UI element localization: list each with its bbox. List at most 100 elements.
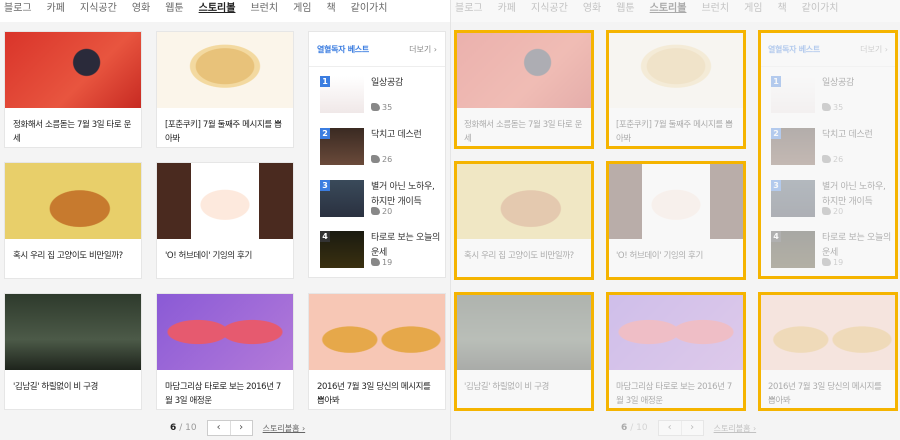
story-thumbnail[interactable] (760, 294, 896, 370)
story-title[interactable]: '김남길' 하릴없이 비 구경 (456, 370, 592, 394)
item-name[interactable]: 일상공감 (371, 76, 441, 91)
nav-item[interactable]: 블로그 (455, 0, 483, 22)
total-pages: / 10 (630, 423, 648, 433)
story-card[interactable]: 2016년 7월 3일 당신의 메시지를 뽑아봐 (759, 293, 897, 410)
nav-item[interactable]: 스토리볼 (199, 0, 236, 22)
story-title[interactable]: 정화해서 소름돋는 7월 3일 타로 운세 (5, 108, 141, 146)
nav-item[interactable]: 책 (326, 0, 335, 22)
story-card[interactable]: [포춘쿠키] 7월 둘째주 메시지를 뽑아봐 (156, 31, 294, 148)
nav-item[interactable]: 같이가치 (351, 0, 388, 22)
nav-item[interactable]: 스토리볼 (650, 0, 687, 22)
story-title[interactable]: 혹시 우리 집 고양이도 비만일까? (456, 239, 592, 263)
item-name[interactable]: 타로로 보는 오늘의 운세 (822, 231, 892, 261)
category-nav: 블로그 카페 지식공간 영화 웹툰 스토리볼 브런치 게임 책 같이가치 (451, 0, 900, 22)
story-title[interactable]: [포춘쿠키] 7월 둘째주 메시지를 뽑아봐 (608, 108, 744, 146)
reader-count: 35 (371, 103, 392, 112)
story-title[interactable]: 혹시 우리 집 고양이도 비만일까? (5, 239, 141, 263)
rank-badge: 1 (320, 76, 330, 87)
next-button[interactable]: › (680, 421, 703, 435)
story-title[interactable]: 2016년 7월 3일 당신의 메시지를 뽑아봐 (309, 370, 445, 408)
story-title[interactable]: 'O! 허브데이' 기잉의 후기 (608, 239, 744, 263)
story-thumbnail[interactable] (456, 163, 592, 239)
reader-icon (371, 155, 380, 163)
story-card[interactable]: 2016년 7월 3일 당신의 메시지를 뽑아봐 (308, 293, 446, 410)
nav-item[interactable]: 게임 (293, 0, 311, 22)
story-card[interactable]: 혹시 우리 집 고양이도 비만일까? (4, 162, 142, 279)
item-name[interactable]: 일상공감 (822, 76, 892, 91)
nav-item[interactable]: 지식공간 (531, 0, 568, 22)
nav-item[interactable]: 영화 (583, 0, 601, 22)
item-name[interactable]: 별거 아닌 노하우, 하지만 개이득 (371, 180, 441, 210)
story-title[interactable]: 2016년 7월 3일 당신의 메시지를 뽑아봐 (760, 370, 896, 408)
more-link[interactable]: 더보기 › (409, 44, 437, 55)
count-value: 19 (833, 258, 844, 267)
nav-item[interactable]: 책 (777, 0, 786, 22)
count-value: 20 (382, 207, 393, 216)
widget-title: 열혈독자 베스트 (768, 44, 820, 54)
story-thumbnail[interactable] (157, 32, 293, 108)
item-name[interactable]: 별거 아닌 노하우, 하지만 개이득 (822, 180, 892, 210)
storyball-home-link[interactable]: 스토리볼홈 › (714, 423, 757, 434)
best-list-item[interactable]: 4 타로로 보는 오늘의 운세 19 (320, 231, 440, 271)
best-list-item[interactable]: 1 일상공감 35 (771, 76, 891, 116)
story-thumbnail[interactable] (5, 294, 141, 370)
nav-item[interactable]: 지식공간 (80, 0, 117, 22)
story-thumbnail[interactable] (608, 32, 744, 108)
story-title[interactable]: 마담그리삼 타로로 보는 2016년 7월 3일 애정운 (608, 370, 744, 408)
best-list-item[interactable]: 2 닥치고 데스런 26 (771, 128, 891, 168)
story-card[interactable]: 혹시 우리 집 고양이도 비만일까? (455, 162, 593, 279)
prev-button[interactable]: ‹ (659, 421, 681, 435)
story-card[interactable]: 정화해서 소름돋는 7월 3일 타로 운세 (4, 31, 142, 148)
story-title[interactable]: 정화해서 소름돋는 7월 3일 타로 운세 (456, 108, 592, 146)
story-card[interactable]: '김남길' 하릴없이 비 구경 (4, 293, 142, 410)
nav-item[interactable]: 웹툰 (616, 0, 634, 22)
nav-item[interactable]: 게임 (744, 0, 762, 22)
story-card[interactable]: '김남길' 하릴없이 비 구경 (455, 293, 593, 410)
next-button[interactable]: › (229, 421, 252, 435)
story-thumbnail[interactable] (5, 163, 141, 239)
story-thumbnail[interactable] (5, 32, 141, 108)
count-value: 26 (833, 155, 844, 164)
reader-count: 20 (371, 207, 392, 216)
nav-item[interactable]: 카페 (47, 0, 65, 22)
item-name[interactable]: 닥치고 데스런 (822, 128, 892, 143)
best-list-item[interactable]: 3 별거 아닌 노하우, 하지만 개이득 20 (771, 180, 891, 220)
story-card[interactable]: 정화해서 소름돋는 7월 3일 타로 운세 (455, 31, 593, 148)
nav-item[interactable]: 브런치 (701, 0, 729, 22)
nav-item[interactable]: 웹툰 (165, 0, 183, 22)
story-thumbnail[interactable] (309, 294, 445, 370)
story-thumbnail[interactable] (608, 294, 744, 370)
best-list-item[interactable]: 2 닥치고 데스런 26 (320, 128, 440, 168)
story-title[interactable]: '김남길' 하릴없이 비 구경 (5, 370, 141, 394)
item-name[interactable]: 닥치고 데스런 (371, 128, 441, 143)
story-card[interactable]: [포춘쿠키] 7월 둘째주 메시지를 뽑아봐 (607, 31, 745, 148)
nav-item[interactable]: 카페 (498, 0, 516, 22)
story-thumbnail[interactable] (608, 163, 744, 239)
best-list-item[interactable]: 3 별거 아닌 노하우, 하지만 개이득 20 (320, 180, 440, 220)
story-thumbnail[interactable] (157, 163, 293, 239)
story-card[interactable]: 'O! 허브데이' 기잉의 후기 (607, 162, 745, 279)
story-title[interactable]: [포춘쿠키] 7월 둘째주 메시지를 뽑아봐 (157, 108, 293, 146)
prev-button[interactable]: ‹ (208, 421, 230, 435)
story-thumbnail[interactable] (456, 32, 592, 108)
more-link[interactable]: 더보기 › (860, 44, 888, 55)
best-list-item[interactable]: 4 타로로 보는 오늘의 운세 19 (771, 231, 891, 271)
best-list-item[interactable]: 1 일상공감 35 (320, 76, 440, 116)
nav-item[interactable]: 브런치 (250, 0, 278, 22)
nav-item[interactable]: 영화 (132, 0, 150, 22)
story-thumbnail[interactable] (157, 294, 293, 370)
reader-icon (371, 258, 380, 266)
nav-item[interactable]: 블로그 (4, 0, 32, 22)
best-readers-widget: 열혈독자 베스트 더보기 › 1 일상공감 35 2 닥치고 데스런 26 3 … (759, 31, 897, 278)
story-thumbnail[interactable] (456, 294, 592, 370)
story-title[interactable]: 'O! 허브데이' 기잉의 후기 (157, 239, 293, 263)
story-card[interactable]: 'O! 허브데이' 기잉의 후기 (156, 162, 294, 279)
nav-item[interactable]: 같이가치 (802, 0, 839, 22)
story-card[interactable]: 마담그리삼 타로로 보는 2016년 7월 3일 애정운 (607, 293, 745, 410)
storyball-home-link[interactable]: 스토리볼홈 › (263, 423, 306, 434)
story-card[interactable]: 마담그리삼 타로로 보는 2016년 7월 3일 애정운 (156, 293, 294, 410)
item-name[interactable]: 타로로 보는 오늘의 운세 (371, 231, 441, 261)
rank-badge: 1 (771, 76, 781, 87)
reader-count: 35 (822, 103, 843, 112)
story-title[interactable]: 마담그리삼 타로로 보는 2016년 7월 3일 애정운 (157, 370, 293, 408)
